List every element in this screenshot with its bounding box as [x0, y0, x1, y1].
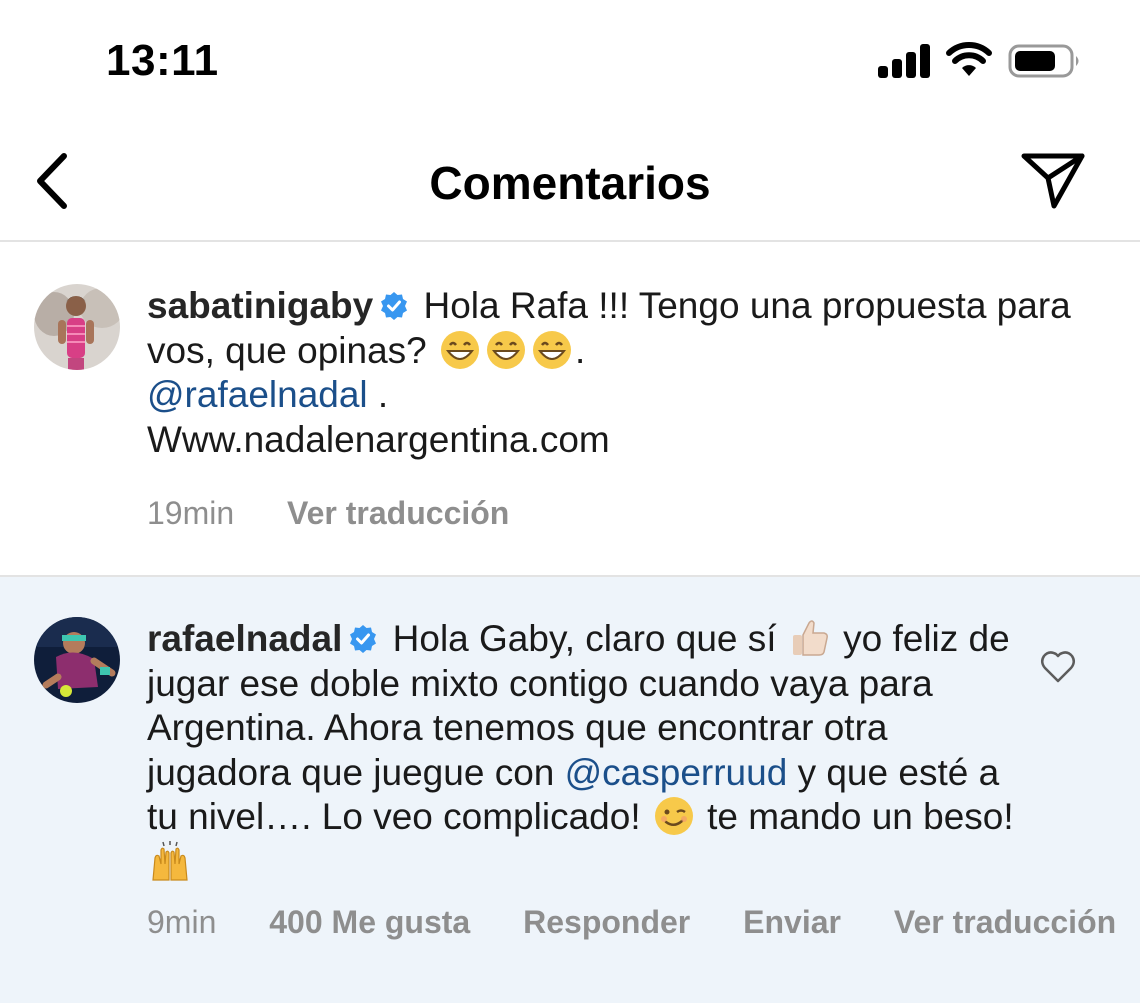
- comment-item: sabatinigaby Hola Rafa !!! Tengo una pro…: [0, 244, 1140, 574]
- verified-badge-icon: [350, 625, 377, 653]
- comment-timestamp: 19min: [147, 495, 235, 531]
- comment-body: sabatinigaby Hola Rafa !!! Tengo una pro…: [147, 284, 1077, 462]
- comments-header: Comentarios: [0, 120, 1140, 242]
- comment-text-segment: .: [367, 374, 389, 415]
- translate-button[interactable]: Ver traducción: [287, 495, 509, 532]
- comment-text-segment: te mando un beso!: [696, 796, 1014, 837]
- likes-count-button[interactable]: 400 Me gusta: [269, 904, 470, 941]
- comment-username[interactable]: rafaelnadal: [147, 618, 342, 659]
- raising-hands-emoji-icon: [152, 840, 188, 881]
- direct-send-icon[interactable]: [1018, 150, 1088, 212]
- translate-button[interactable]: Ver traducción: [894, 904, 1116, 941]
- page-title: Comentarios: [429, 157, 711, 209]
- battery-icon: [1008, 44, 1079, 78]
- avatar[interactable]: [34, 284, 120, 370]
- grinning-face-emoji-icon: [441, 330, 480, 369]
- reply-button[interactable]: Responder: [523, 904, 690, 941]
- comment-item: rafaelnadal Hola Gaby, claro que sí yo f…: [0, 575, 1140, 1003]
- verified-badge-icon: [381, 292, 408, 320]
- comment-body: rafaelnadal Hola Gaby, claro que sí yo f…: [147, 617, 1027, 884]
- status-bar: 13:11: [0, 0, 1140, 120]
- comment-text-segment: Hola Gaby, claro que sí: [392, 618, 777, 659]
- grinning-face-emoji-icon: [487, 330, 526, 369]
- status-time: 13:11: [106, 36, 219, 85]
- grinning-face-emoji-icon: [533, 330, 572, 369]
- comment-username[interactable]: sabatinigaby: [147, 285, 373, 326]
- winking-face-emoji-icon: [654, 797, 693, 835]
- heart-icon[interactable]: [1040, 650, 1076, 684]
- comment-meta: 19min Ver traducción: [147, 495, 553, 532]
- comment-text-segment: .: [575, 329, 586, 371]
- mention-link[interactable]: @casperruud: [565, 752, 788, 793]
- send-button[interactable]: Enviar: [743, 904, 841, 941]
- comment-url[interactable]: Www.nadalenargentina.com: [147, 419, 610, 460]
- avatar[interactable]: [34, 617, 120, 703]
- comment-timestamp: 9min: [147, 904, 217, 940]
- cellular-signal-icon: [878, 44, 930, 78]
- wifi-icon: [946, 42, 992, 76]
- thumbs-up-emoji-icon: [792, 620, 828, 656]
- mention-link[interactable]: @rafaelnadal: [147, 374, 368, 415]
- comment-meta: 9min 400 Me gusta Responder Enviar Ver t…: [147, 904, 1140, 941]
